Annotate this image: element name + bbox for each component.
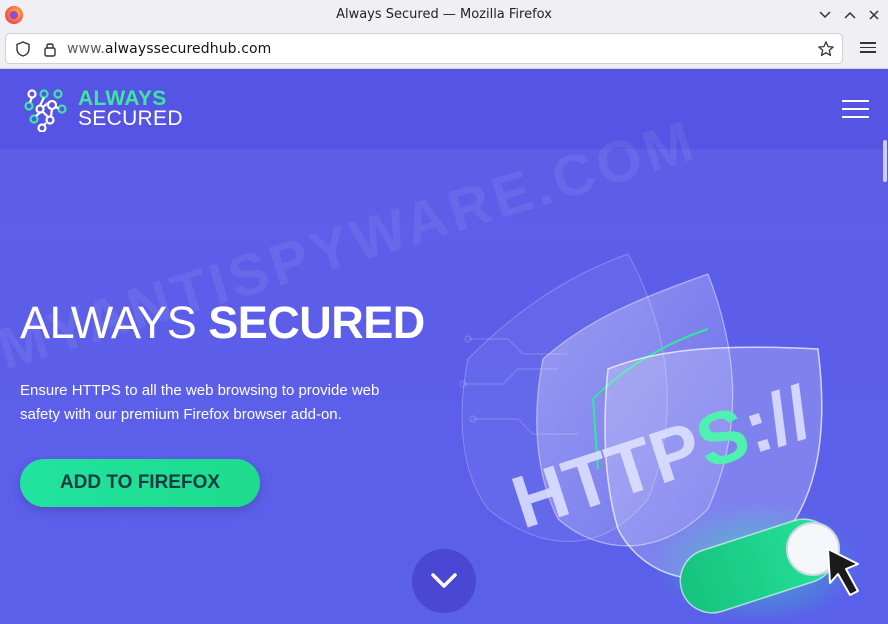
url-prefix: www. bbox=[67, 41, 105, 57]
url-domain: alwayssecuredhub.com bbox=[104, 41, 272, 57]
logo-text-secured: SECURED bbox=[78, 107, 183, 130]
hero-title: ALWAYS SECURED bbox=[20, 297, 425, 349]
add-to-firefox-button[interactable]: ADD TO FIREFOX bbox=[20, 459, 260, 507]
close-icon bbox=[869, 10, 879, 20]
close-button[interactable] bbox=[864, 5, 884, 25]
url-text[interactable]: www.alwayssecuredhub.com bbox=[67, 41, 271, 57]
app-menu-button[interactable] bbox=[860, 39, 876, 57]
hero-title-bold: SECURED bbox=[208, 297, 425, 348]
url-bar[interactable]: www.alwayssecuredhub.com bbox=[5, 33, 843, 64]
network-logo-icon bbox=[24, 89, 67, 132]
star-icon[interactable] bbox=[817, 40, 835, 58]
arrow-down-icon bbox=[431, 573, 457, 588]
window-title: Always Secured — Mozilla Firefox bbox=[336, 7, 552, 22]
lock-icon[interactable] bbox=[41, 40, 59, 58]
shield-icon[interactable] bbox=[14, 40, 32, 58]
minimize-button[interactable] bbox=[815, 5, 835, 25]
chevron-down-icon bbox=[819, 11, 831, 19]
scroll-down-button[interactable] bbox=[412, 549, 476, 613]
site-logo[interactable]: ALWAYS SECURED bbox=[24, 88, 182, 132]
window-titlebar: Always Secured — Mozilla Firefox bbox=[0, 0, 888, 30]
navigation-toolbar: www.alwayssecuredhub.com bbox=[0, 30, 888, 69]
page-scrollbar[interactable] bbox=[881, 69, 888, 624]
maximize-button[interactable] bbox=[840, 5, 860, 25]
chevron-up-icon bbox=[844, 11, 856, 19]
hero-description: Ensure HTTPS to all the web browsing to … bbox=[20, 382, 380, 423]
https-shield-illustration: HTTPS:// bbox=[459, 253, 863, 619]
web-page: ALWAYS SECURED MYANTISPYWARE.COM HTTPS:/… bbox=[0, 69, 888, 624]
logo-text-always: ALWAYS bbox=[78, 87, 167, 110]
hamburger-icon[interactable] bbox=[842, 100, 869, 120]
scrollbar-thumb[interactable] bbox=[883, 140, 887, 182]
logo-wordmark: ALWAYS SECURED bbox=[78, 87, 183, 130]
hero-title-light: ALWAYS bbox=[20, 297, 209, 348]
